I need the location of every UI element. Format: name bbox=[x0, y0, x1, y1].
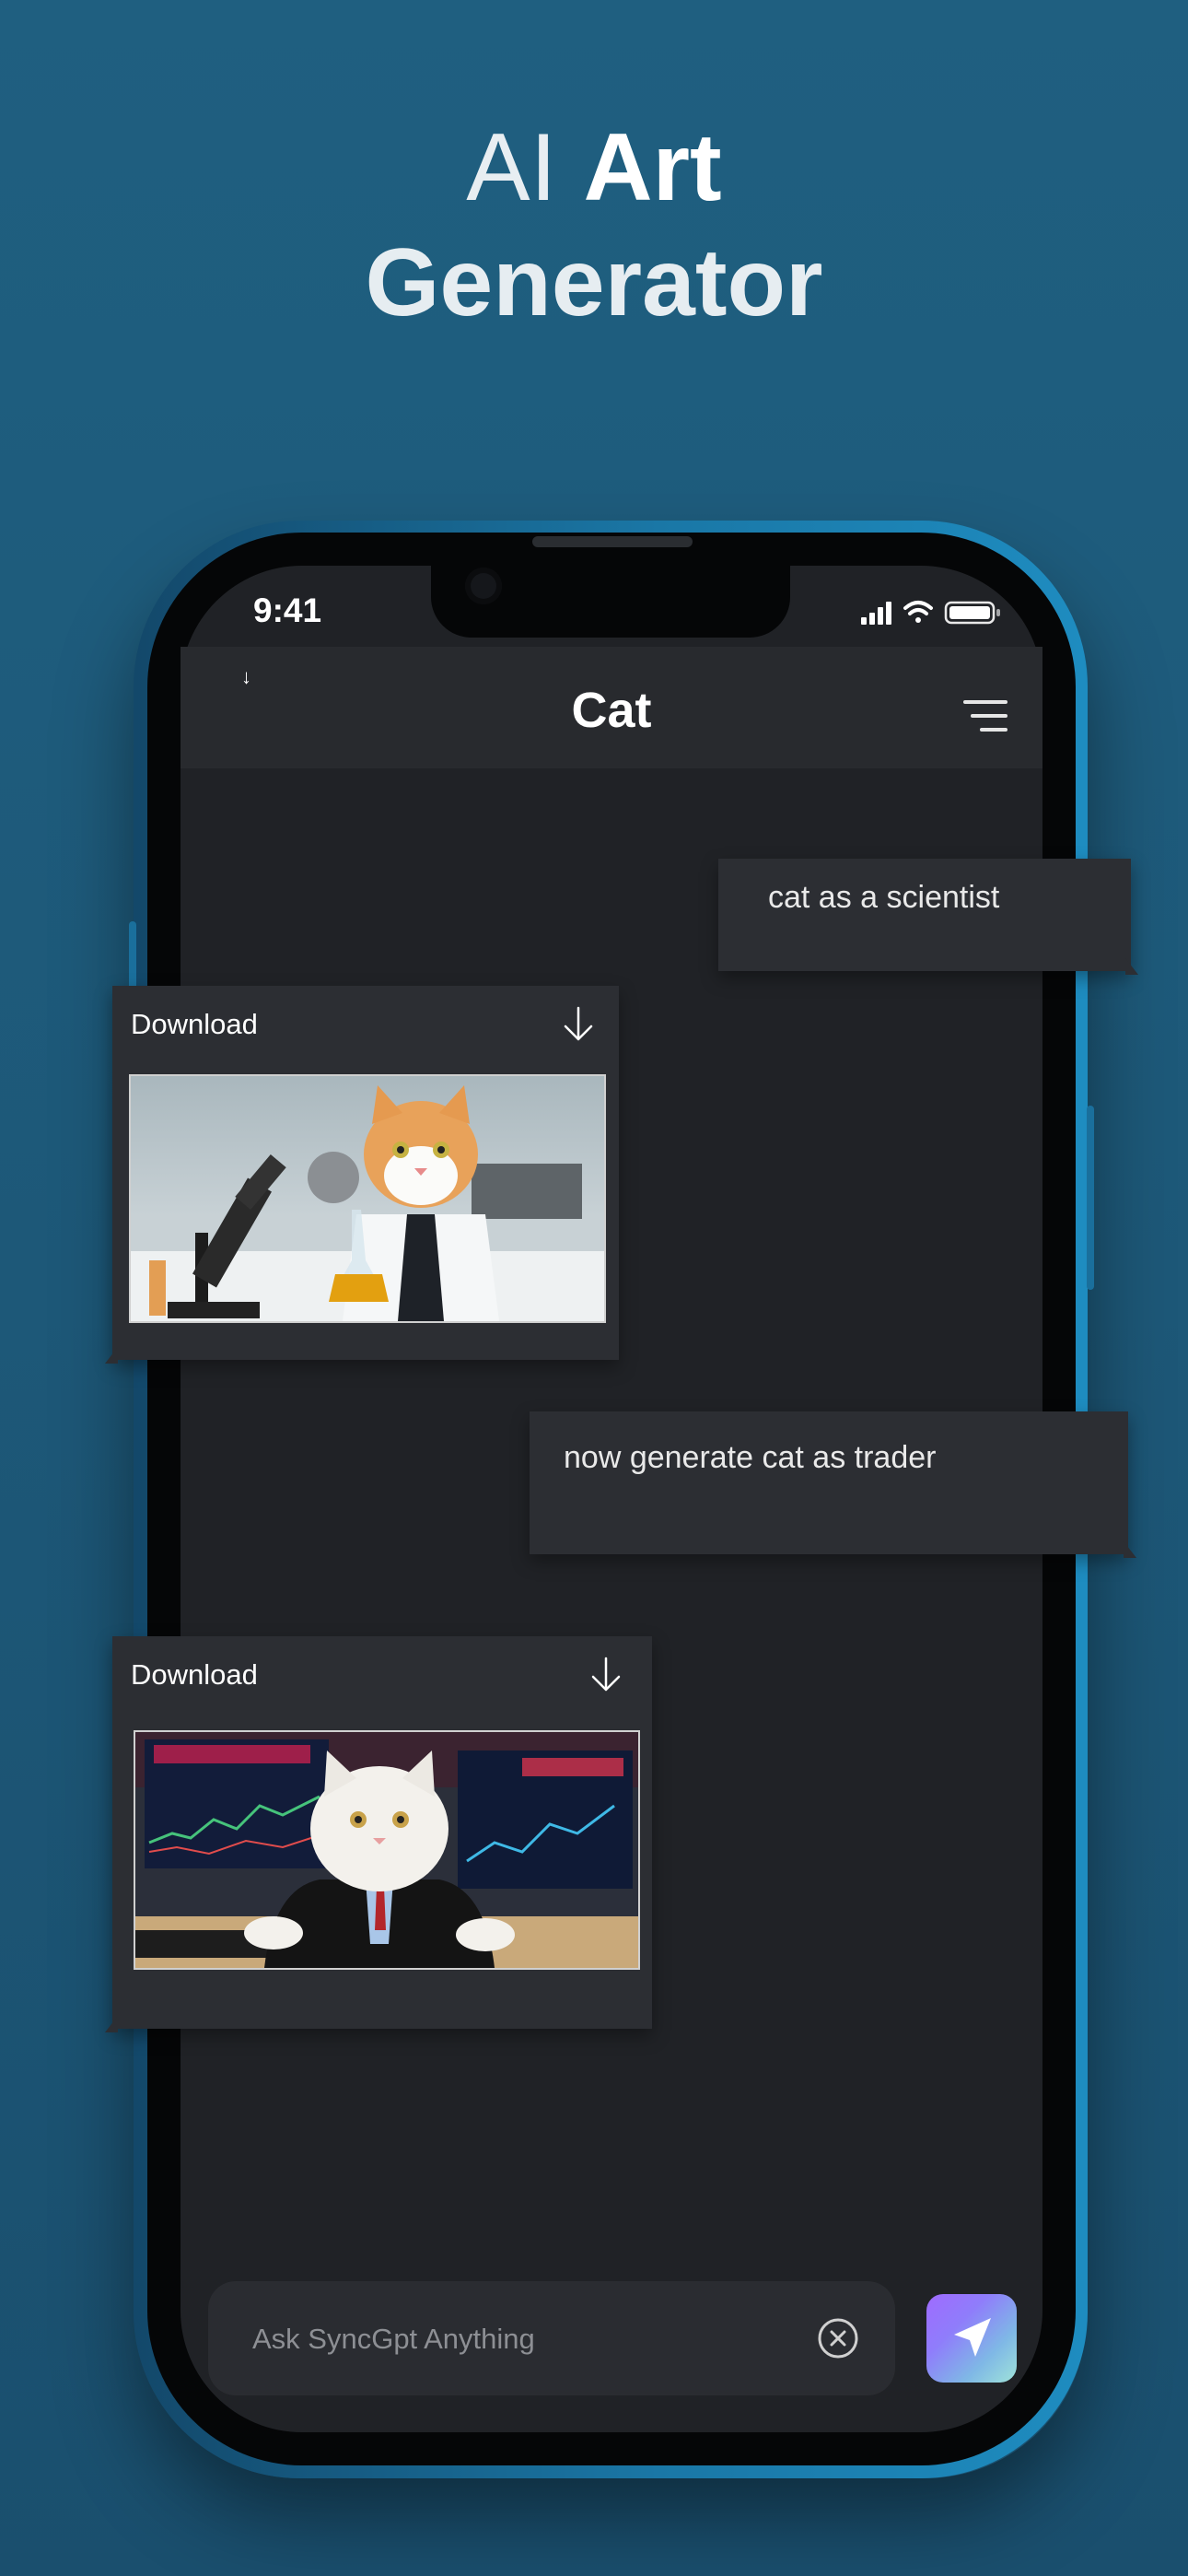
promo-headline: AI Art Generator bbox=[0, 111, 1188, 341]
user-message-text: now generate cat as trader bbox=[564, 1440, 937, 1475]
battery-icon bbox=[944, 601, 1000, 625]
download-icon[interactable] bbox=[560, 1004, 597, 1045]
download-label[interactable]: Download bbox=[131, 1658, 258, 1692]
wifi-icon bbox=[903, 601, 933, 623]
user-message-bubble bbox=[530, 1411, 1128, 1554]
status-time: 9:41 bbox=[253, 591, 322, 629]
status-icons bbox=[861, 601, 1000, 625]
signal-icon bbox=[861, 602, 891, 625]
cat-trader-image[interactable] bbox=[134, 1730, 640, 1970]
headline-bold: Art bbox=[583, 114, 722, 221]
chat-title: Cat bbox=[571, 683, 652, 738]
send-icon bbox=[954, 2318, 991, 2357]
headline-line-1: AI Art bbox=[0, 111, 1188, 226]
phone-speaker bbox=[532, 536, 693, 547]
bubble-tail bbox=[1125, 958, 1138, 975]
user-message-text: cat as a scientist bbox=[768, 880, 1000, 915]
download-label[interactable]: Download bbox=[131, 1008, 258, 1041]
bubble-tail bbox=[105, 2016, 118, 2032]
menu-icon[interactable] bbox=[963, 700, 1007, 733]
bubble-tail bbox=[1124, 1541, 1136, 1558]
send-button[interactable] bbox=[926, 2294, 1017, 2383]
cat-scientist-image[interactable] bbox=[129, 1074, 606, 1323]
headline-line-2: Generator bbox=[365, 229, 823, 336]
bubble-tail bbox=[105, 1347, 118, 1364]
download-icon[interactable] bbox=[588, 1655, 624, 1695]
headline-regular: AI bbox=[466, 114, 557, 221]
message-input[interactable] bbox=[250, 2313, 788, 2366]
close-circle-icon[interactable] bbox=[816, 2316, 860, 2360]
front-camera bbox=[465, 568, 502, 604]
phone-side-button-right bbox=[1087, 1106, 1094, 1290]
